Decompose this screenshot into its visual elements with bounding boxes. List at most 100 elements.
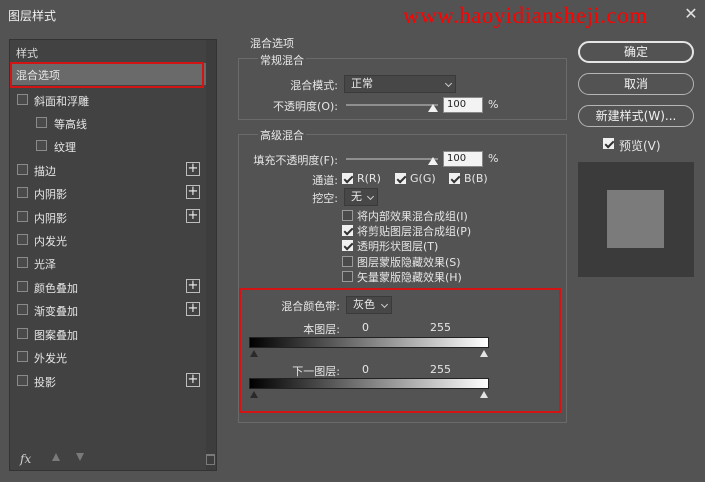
move-up-icon[interactable]: [52, 453, 60, 461]
channel-g-checkbox[interactable]: [395, 173, 406, 184]
this-layer-black-slider[interactable]: [250, 350, 258, 357]
style-item-checkbox[interactable]: [17, 375, 28, 386]
style-item-label: 等高线: [54, 118, 87, 131]
style-item-label: 光泽: [34, 258, 56, 271]
style-list-header[interactable]: 样式: [16, 45, 38, 61]
move-down-icon[interactable]: [76, 453, 84, 461]
knockout-select[interactable]: 无: [344, 188, 378, 206]
vector-mask-hides-effects-checkbox[interactable]: [342, 271, 353, 282]
blend-interior-effects-checkbox[interactable]: [342, 210, 353, 221]
this-layer-high-value: 255: [430, 321, 451, 334]
fx-icon[interactable]: fx: [20, 452, 31, 466]
underlying-layer-white-slider[interactable]: [480, 391, 488, 398]
style-item-checkbox[interactable]: [17, 164, 28, 175]
blend-if-label: 混合颜色带:: [281, 300, 340, 313]
fill-opacity-label: 填充不透明度(F):: [253, 154, 338, 167]
style-item-blending-options[interactable]: 混合选项: [10, 63, 216, 85]
opacity-slider[interactable]: [346, 104, 438, 106]
this-layer-label: 本图层:: [303, 323, 340, 336]
style-item-texture[interactable]: 纹理: [10, 135, 216, 157]
close-icon[interactable]: ✕: [681, 4, 701, 24]
style-item-checkbox[interactable]: [17, 187, 28, 198]
chevron-down-icon: [366, 192, 375, 201]
opacity-label: 不透明度(O):: [273, 100, 338, 113]
cancel-button[interactable]: 取消: [578, 73, 694, 95]
style-item-pattern-overlay[interactable]: 图案叠加: [10, 323, 216, 345]
style-item-drop-shadow[interactable]: 投影 +: [10, 370, 216, 392]
fill-opacity-slider[interactable]: [346, 158, 438, 160]
style-item-checkbox[interactable]: [17, 281, 28, 292]
style-item-satin[interactable]: 光泽: [10, 252, 216, 274]
blend-if-value: 灰色: [353, 298, 375, 311]
chevron-down-icon: [380, 300, 389, 309]
fill-opacity-slider-thumb[interactable]: [428, 157, 438, 165]
add-plus-icon[interactable]: +: [186, 302, 200, 316]
style-item-color-overlay[interactable]: 颜色叠加 +: [10, 276, 216, 298]
channel-r-checkbox[interactable]: [342, 173, 353, 184]
blend-clipped-layers-checkbox[interactable]: [342, 225, 353, 236]
blend-if-select[interactable]: 灰色: [346, 296, 392, 314]
add-plus-icon[interactable]: +: [186, 162, 200, 176]
underlying-layer-low-value: 0: [362, 363, 369, 376]
style-item-checkbox[interactable]: [17, 304, 28, 315]
style-item-checkbox[interactable]: [17, 328, 28, 339]
fill-opacity-unit: %: [488, 152, 499, 165]
style-item-label: 颜色叠加: [34, 282, 78, 295]
opacity-slider-thumb[interactable]: [428, 104, 438, 112]
this-layer-white-slider[interactable]: [480, 350, 488, 357]
this-layer-low-value: 0: [362, 321, 369, 334]
channels-label: 通道:: [312, 174, 338, 187]
underlying-layer-label: 下一图层:: [292, 365, 340, 378]
vector-mask-hides-effects-label: 矢量蒙版隐藏效果(H): [357, 271, 462, 284]
fill-opacity-input[interactable]: 100: [443, 151, 483, 167]
blend-mode-value: 正常: [351, 77, 373, 90]
knockout-label: 挖空:: [312, 192, 338, 205]
new-style-button[interactable]: 新建样式(W)...: [578, 105, 694, 127]
opacity-unit: %: [488, 98, 499, 111]
channel-b-label: B(B): [464, 172, 488, 185]
underlying-layer-black-slider[interactable]: [250, 391, 258, 398]
preview-checkbox[interactable]: [603, 138, 614, 149]
style-item-bevel-emboss[interactable]: 斜面和浮雕: [10, 89, 216, 111]
style-list-scrollbar[interactable]: [206, 40, 216, 470]
style-list-panel: 样式 混合选项 斜面和浮雕 等高线 纹理 描边 + 内阴影 + 内阴影 + 内发…: [9, 39, 217, 471]
add-plus-icon[interactable]: +: [186, 209, 200, 223]
add-plus-icon[interactable]: +: [186, 279, 200, 293]
style-item-label: 斜面和浮雕: [34, 95, 89, 108]
style-item-inner-glow[interactable]: 内发光: [10, 229, 216, 251]
style-item-label: 外发光: [34, 352, 67, 365]
style-item-checkbox[interactable]: [17, 257, 28, 268]
preview-label: 预览(V): [619, 139, 661, 153]
style-item-contour[interactable]: 等高线: [10, 112, 216, 134]
add-plus-icon[interactable]: +: [186, 185, 200, 199]
channel-b-checkbox[interactable]: [449, 173, 460, 184]
style-item-label: 图案叠加: [34, 329, 78, 342]
window-title: 图层样式: [8, 9, 57, 23]
blend-mode-select[interactable]: 正常: [344, 75, 456, 93]
ok-button[interactable]: 确定: [578, 41, 694, 63]
this-layer-gradient[interactable]: [249, 337, 489, 348]
style-item-checkbox[interactable]: [17, 211, 28, 222]
style-item-checkbox[interactable]: [17, 94, 28, 105]
style-item-outer-glow[interactable]: 外发光: [10, 346, 216, 368]
style-item-checkbox[interactable]: [17, 351, 28, 362]
style-item-stroke[interactable]: 描边 +: [10, 159, 216, 181]
style-item-label: 内阴影: [34, 212, 67, 225]
style-item-inner-shadow-2[interactable]: 内阴影 +: [10, 206, 216, 228]
layer-mask-hides-effects-checkbox[interactable]: [342, 256, 353, 267]
style-item-label: 内发光: [34, 235, 67, 248]
style-item-inner-shadow[interactable]: 内阴影 +: [10, 182, 216, 204]
add-plus-icon[interactable]: +: [186, 373, 200, 387]
title-bar: 图层样式 www.haoyidiansheji.com ✕: [0, 0, 705, 30]
style-item-checkbox[interactable]: [36, 140, 47, 151]
underlying-layer-gradient[interactable]: [249, 378, 489, 389]
trash-icon[interactable]: [206, 454, 215, 465]
style-item-gradient-overlay[interactable]: 渐变叠加 +: [10, 299, 216, 321]
style-item-label: 纹理: [54, 141, 76, 154]
style-item-checkbox[interactable]: [17, 234, 28, 245]
style-preview: [578, 162, 694, 277]
blend-interior-effects-label: 将内部效果混合成组(I): [357, 210, 468, 223]
transparency-shapes-layer-checkbox[interactable]: [342, 240, 353, 251]
opacity-input[interactable]: 100: [443, 97, 483, 113]
style-item-checkbox[interactable]: [36, 117, 47, 128]
